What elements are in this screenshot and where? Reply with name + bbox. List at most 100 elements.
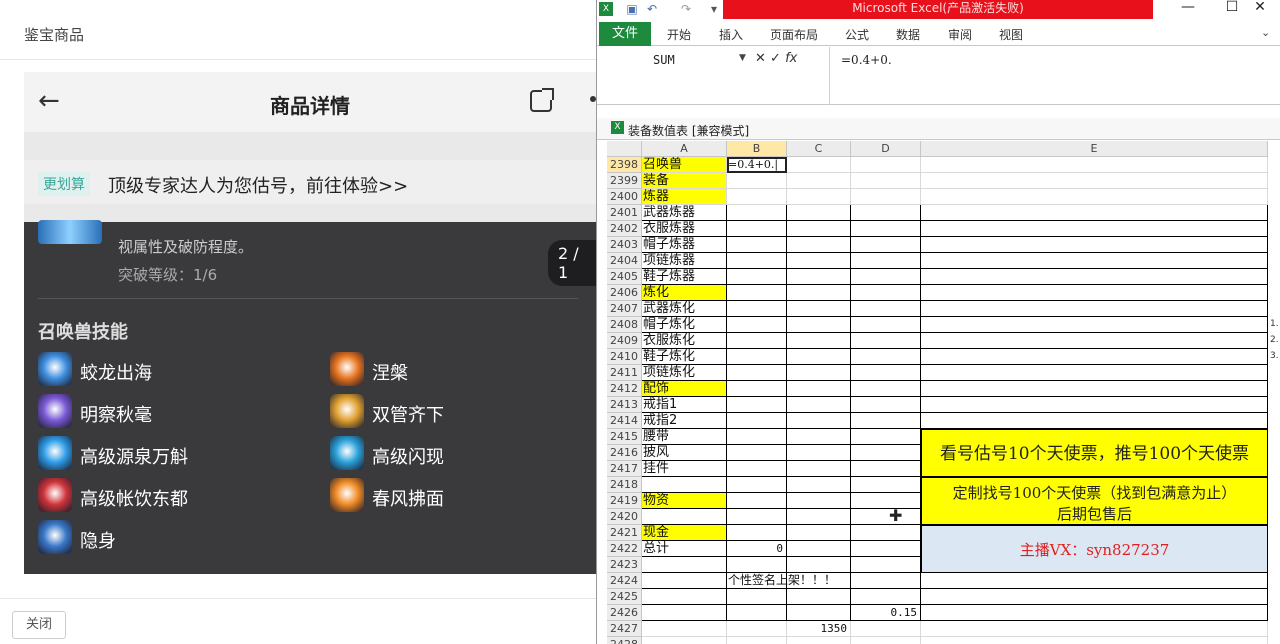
row-header[interactable]: 2428 xyxy=(607,637,642,644)
cell-a[interactable]: 炼器 xyxy=(642,189,727,205)
cell-d[interactable] xyxy=(851,541,921,557)
cell-a[interactable] xyxy=(642,637,727,644)
row-header[interactable]: 2416 xyxy=(607,445,642,461)
cell-b[interactable] xyxy=(727,381,787,397)
cell-a[interactable]: 挂件 xyxy=(642,461,727,477)
cell-a[interactable]: 鞋子炼化 xyxy=(642,349,727,365)
cell-a[interactable] xyxy=(642,621,727,637)
cell-e[interactable] xyxy=(921,589,1268,605)
row-header[interactable]: 2398 xyxy=(607,157,642,173)
cell-d[interactable] xyxy=(851,637,921,644)
row-header[interactable]: 2423 xyxy=(607,557,642,573)
cell-e[interactable] xyxy=(921,637,1268,644)
cell-d[interactable] xyxy=(851,397,921,413)
cell-a[interactable]: 鞋子炼器 xyxy=(642,269,727,285)
cell-c[interactable] xyxy=(787,237,851,253)
cell-c[interactable] xyxy=(787,413,851,429)
cell-e[interactable] xyxy=(921,253,1268,269)
cell-e[interactable] xyxy=(921,285,1268,301)
cell-b[interactable] xyxy=(727,205,787,221)
row-header[interactable]: 2401 xyxy=(607,205,642,221)
cell-c[interactable] xyxy=(787,637,851,644)
cell-c[interactable] xyxy=(787,157,851,173)
enter-icon[interactable]: ✓ xyxy=(770,51,781,66)
cell-b[interactable] xyxy=(727,237,787,253)
cell-e[interactable] xyxy=(921,269,1268,285)
row-header[interactable]: 2402 xyxy=(607,221,642,237)
cell-a[interactable]: 总计 xyxy=(642,541,727,557)
name-box-dropdown-icon[interactable]: ▼ xyxy=(739,53,746,63)
row-header[interactable]: 2425 xyxy=(607,589,642,605)
cell-c[interactable] xyxy=(787,253,851,269)
column-header-e[interactable]: E xyxy=(921,141,1268,157)
cell-d[interactable] xyxy=(851,157,921,173)
cell-a[interactable]: 帽子炼器 xyxy=(642,237,727,253)
cell-a[interactable]: 武器炼器 xyxy=(642,205,727,221)
cell-a[interactable] xyxy=(642,573,727,589)
cell-b[interactable] xyxy=(727,285,787,301)
cell-b[interactable] xyxy=(727,589,787,605)
minimize-icon[interactable]: — xyxy=(1165,0,1211,18)
cell-c[interactable] xyxy=(787,493,851,509)
cell-b[interactable] xyxy=(727,429,787,445)
cell-b[interactable] xyxy=(727,493,787,509)
cell-a[interactable]: 召唤兽 xyxy=(642,157,727,173)
cell-e[interactable] xyxy=(921,157,1268,173)
tab-formulas[interactable]: 公式 xyxy=(845,26,869,43)
cell-d[interactable] xyxy=(851,573,921,589)
cell-b[interactable] xyxy=(727,605,787,621)
cell-d[interactable] xyxy=(851,461,921,477)
tab-file[interactable]: 文件 xyxy=(599,22,651,46)
row-header[interactable]: 2408 xyxy=(607,317,642,333)
cell-c[interactable] xyxy=(787,477,851,493)
row-header[interactable]: 2409 xyxy=(607,333,642,349)
cell-d[interactable] xyxy=(851,269,921,285)
cell-d[interactable] xyxy=(851,285,921,301)
cell-c[interactable] xyxy=(787,189,851,205)
tab-home[interactable]: 开始 xyxy=(667,26,691,43)
cell-c[interactable] xyxy=(787,541,851,557)
cell-a[interactable]: 炼化 xyxy=(642,285,727,301)
row-header[interactable]: 2405 xyxy=(607,269,642,285)
cell-d[interactable] xyxy=(851,253,921,269)
customize-qat-icon[interactable]: ▾ xyxy=(707,2,721,16)
cell-e[interactable] xyxy=(921,301,1268,317)
row-header[interactable]: 2426 xyxy=(607,605,642,621)
cell-d[interactable] xyxy=(851,173,921,189)
cell-b[interactable] xyxy=(727,269,787,285)
cell-c[interactable] xyxy=(787,509,851,525)
cell-c[interactable] xyxy=(787,525,851,541)
cell-b[interactable] xyxy=(727,525,787,541)
cell-a[interactable]: 披风 xyxy=(642,445,727,461)
cell-b[interactable] xyxy=(727,333,787,349)
tab-insert[interactable]: 插入 xyxy=(719,26,743,43)
row-header[interactable]: 2412 xyxy=(607,381,642,397)
cell-c[interactable] xyxy=(787,397,851,413)
cell-d[interactable] xyxy=(851,493,921,509)
row-header[interactable]: 2410 xyxy=(607,349,642,365)
cell-a[interactable]: 帽子炼化 xyxy=(642,317,727,333)
cell-c[interactable]: 1350 xyxy=(787,621,851,637)
cell-d[interactable] xyxy=(851,589,921,605)
cell-d[interactable] xyxy=(851,221,921,237)
ribbon-collapse-icon[interactable]: ⌄ xyxy=(1261,26,1270,39)
cell-e[interactable] xyxy=(921,381,1268,397)
cell-e[interactable] xyxy=(921,413,1268,429)
name-box[interactable]: SUM xyxy=(599,51,749,69)
cell-a[interactable] xyxy=(642,557,727,573)
cell-e[interactable] xyxy=(921,237,1268,253)
cell-a[interactable]: 项链炼化 xyxy=(642,365,727,381)
insert-function-icon[interactable]: fx xyxy=(785,51,797,66)
tab-review[interactable]: 审阅 xyxy=(948,26,972,43)
cell-b[interactable] xyxy=(727,253,787,269)
cell-e[interactable] xyxy=(921,221,1268,237)
cell-c[interactable] xyxy=(787,317,851,333)
cell-c[interactable] xyxy=(787,269,851,285)
select-all-corner[interactable] xyxy=(607,141,642,157)
cell-d[interactable] xyxy=(851,205,921,221)
cell-c[interactable] xyxy=(787,221,851,237)
cell-e[interactable] xyxy=(921,205,1268,221)
cell-c[interactable] xyxy=(787,301,851,317)
cell-e[interactable] xyxy=(921,317,1268,333)
save-icon[interactable]: ▣ xyxy=(625,2,639,16)
